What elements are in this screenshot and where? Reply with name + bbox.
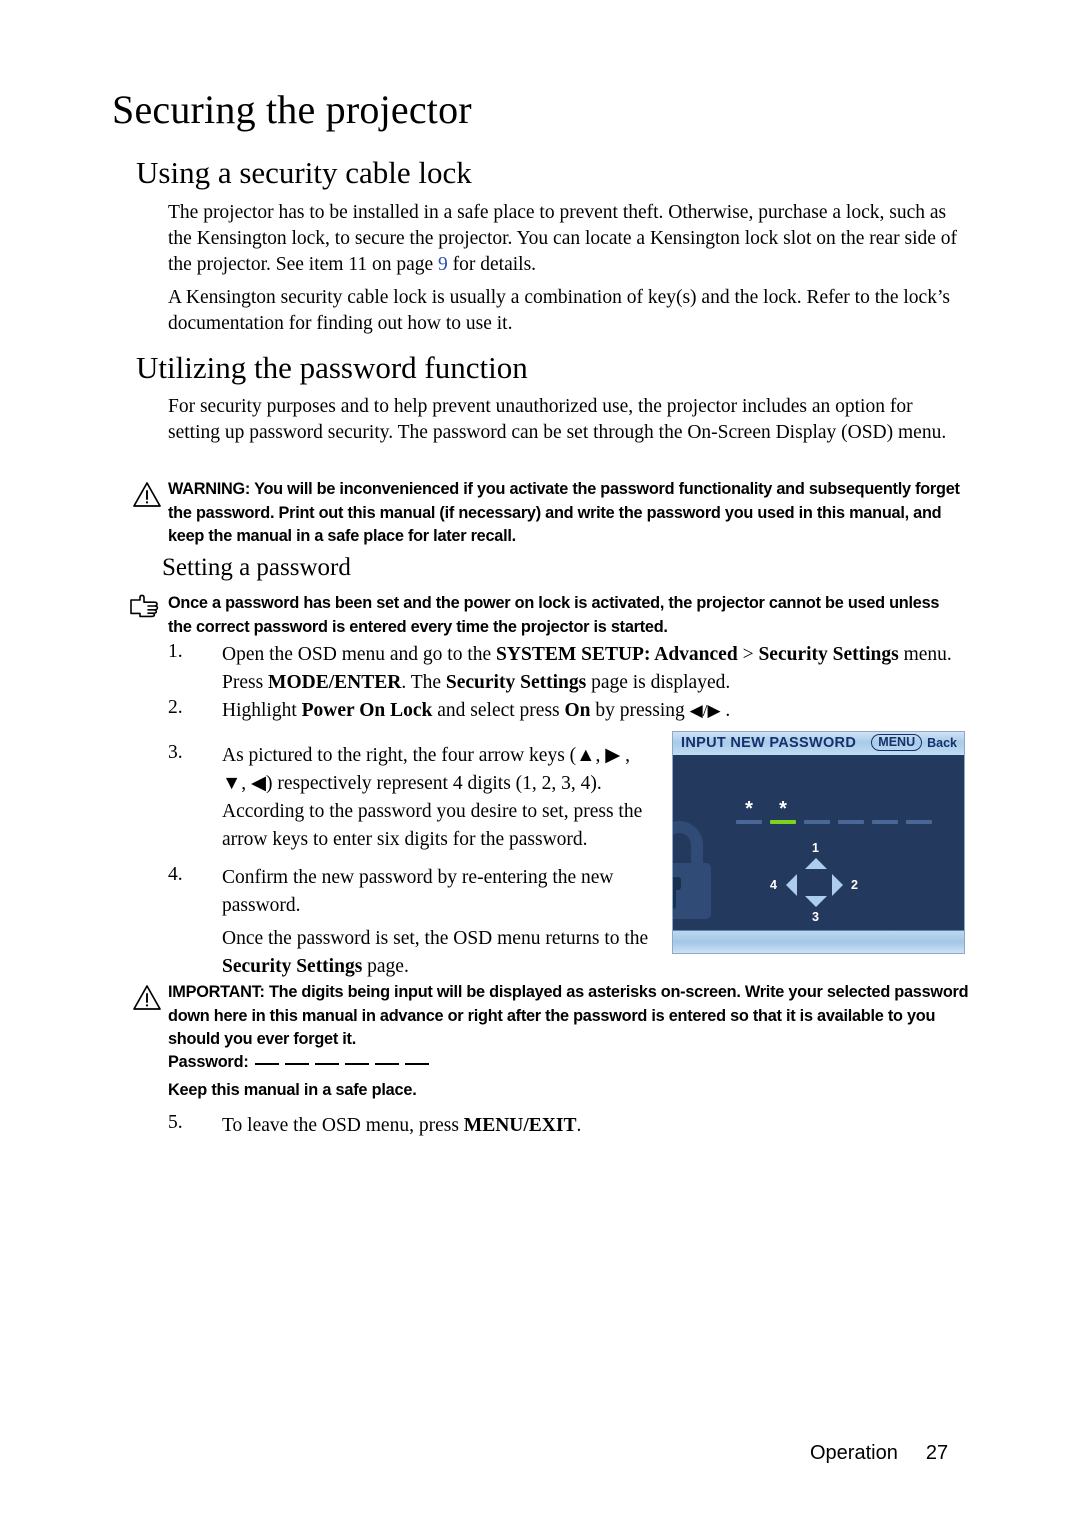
tip-notice-text: Once a password has been set and the pow… — [168, 594, 940, 636]
password-blank[interactable] — [374, 1063, 399, 1065]
step-4-followup-part-1: Security Settings — [222, 956, 363, 977]
password-underline-active — [770, 820, 796, 824]
password-slot: * — [735, 798, 763, 824]
step-5-number: 5. — [168, 1112, 183, 1133]
password-underline — [736, 820, 762, 824]
step-3-number: 3. — [168, 742, 183, 763]
cable-lock-paragraph-2: A Kensington security cable lock is usua… — [168, 287, 950, 334]
keep-manual-note: Keep this manual in a safe place. — [168, 1081, 417, 1099]
step-4-number: 4. — [168, 864, 183, 885]
password-slot — [803, 801, 831, 824]
step-1-part-6: . The — [401, 672, 446, 693]
password-asterisk: * — [745, 798, 753, 820]
arrow-down-icon — [805, 896, 827, 907]
step-2-part-6: . — [720, 700, 731, 721]
password-blank[interactable] — [344, 1063, 369, 1065]
step-1-text: Open the OSD menu and go to the SYSTEM S… — [222, 641, 974, 697]
arrow-left-icon — [786, 874, 797, 896]
step-1-part-0: Open the OSD menu and go to the — [222, 644, 497, 665]
cable-lock-paragraph-1: The projector has to be installed in a s… — [168, 200, 974, 278]
step-2-number: 2. — [168, 697, 183, 718]
step-1-part-7: Security Settings — [445, 672, 587, 693]
password-underline — [838, 820, 864, 824]
step-1-number: 1. — [168, 641, 183, 662]
keypad-left-label: 4 — [770, 878, 777, 892]
arrow-up-icon — [805, 858, 827, 869]
keypad-down-label: 3 — [812, 910, 819, 924]
footer-page-number: 27 — [925, 1442, 949, 1464]
password-function-paragraph: For security purposes and to help preven… — [168, 396, 947, 443]
section-heading-cable-lock: Using a security cable lock — [136, 155, 472, 190]
password-slot: * — [769, 798, 797, 824]
step-2-part-0: Highlight — [222, 700, 302, 721]
keypad-right-label: 2 — [851, 878, 858, 892]
lock-watermark-icon — [673, 819, 723, 929]
step-1-part-3: Security Settings — [758, 644, 899, 665]
osd-body: * * 1 2 3 4 — [673, 755, 964, 931]
page-title: Securing the projector — [112, 87, 472, 132]
step-4-followup-part-0: Once the password is set, the OSD menu r… — [222, 928, 649, 949]
step-1-part-5: MODE/ENTER — [268, 672, 402, 693]
password-blank[interactable] — [404, 1063, 429, 1065]
password-blank[interactable] — [254, 1063, 279, 1065]
step-4-followup-part-2: page. — [362, 956, 409, 977]
page-footer: Operation 27 — [810, 1442, 948, 1465]
step-4-text: Confirm the new password by re-entering … — [222, 867, 614, 916]
cable-lock-paragraph-1-text-before: The projector has to be installed in a s… — [168, 202, 958, 275]
footer-section-label: Operation — [810, 1442, 898, 1464]
password-underline — [906, 820, 932, 824]
warning-triangle-icon — [131, 480, 163, 508]
step-1-part-1: SYSTEM SETUP: Advanced — [496, 644, 738, 665]
page-reference-link[interactable]: 9 — [438, 254, 448, 275]
step-2-part-1: Power On Lock — [301, 700, 433, 721]
password-underline — [804, 820, 830, 824]
step-2-part-2: and select press — [432, 700, 565, 721]
step-1-part-2: > — [737, 644, 759, 665]
left-right-arrow-icon: ◀/▶ — [689, 701, 721, 720]
password-write-in-label: Password: — [168, 1053, 249, 1071]
manual-page: Securing the projector Using a security … — [0, 0, 1080, 1529]
step-5-part-1: MENU/EXIT — [463, 1115, 577, 1136]
step-1-part-8: page is displayed. — [586, 672, 731, 693]
important-notice-text: IMPORTANT: The digits being input will b… — [168, 983, 969, 1048]
osd-footer-hint: MENU Back — [871, 734, 957, 751]
step-5-text: To leave the OSD menu, press MENU/EXIT. — [222, 1112, 822, 1140]
warning-triangle-icon — [131, 983, 163, 1011]
keypad-up-label: 1 — [812, 841, 819, 855]
step-5-part-0: To leave the OSD menu, press — [222, 1115, 464, 1136]
password-slot — [837, 801, 865, 824]
pointing-hand-icon — [128, 593, 160, 621]
osd-title-text: INPUT NEW PASSWORD — [681, 735, 857, 751]
menu-key-badge[interactable]: MENU — [871, 734, 923, 751]
menu-key-action-label: Back — [927, 735, 957, 750]
step-2-part-4: by pressing — [590, 700, 690, 721]
arrow-right-icon — [832, 874, 843, 896]
password-slot — [905, 801, 933, 824]
step-3-text: As pictured to the right, the four arrow… — [222, 745, 643, 850]
section-heading-setting-password: Setting a password — [162, 554, 351, 581]
warning-notice-text: WARNING: You will be inconvenienced if y… — [168, 480, 960, 545]
cable-lock-paragraph-1-text-after: for details. — [447, 254, 537, 275]
step-2-text: Highlight Power On Lock and select press… — [222, 697, 974, 725]
step-5-part-2: . — [576, 1115, 582, 1136]
osd-input-new-password-dialog: INPUT NEW PASSWORD * * 1 2 3 4 MENU Back — [672, 731, 965, 954]
password-blank[interactable] — [284, 1063, 309, 1065]
password-asterisk: * — [779, 798, 787, 820]
osd-footer-bar — [673, 930, 964, 953]
password-underline — [872, 820, 898, 824]
password-write-in-line: Password: — [168, 1053, 429, 1072]
step-4-followup-text: Once the password is set, the OSD menu r… — [222, 925, 654, 981]
osd-password-field[interactable]: * * — [735, 798, 933, 824]
password-slot — [871, 801, 899, 824]
section-heading-password-function: Utilizing the password function — [136, 350, 528, 385]
osd-arrow-keypad-diagram: 1 2 3 4 — [761, 841, 873, 927]
step-2-part-3: On — [564, 700, 591, 721]
password-blank[interactable] — [314, 1063, 339, 1065]
